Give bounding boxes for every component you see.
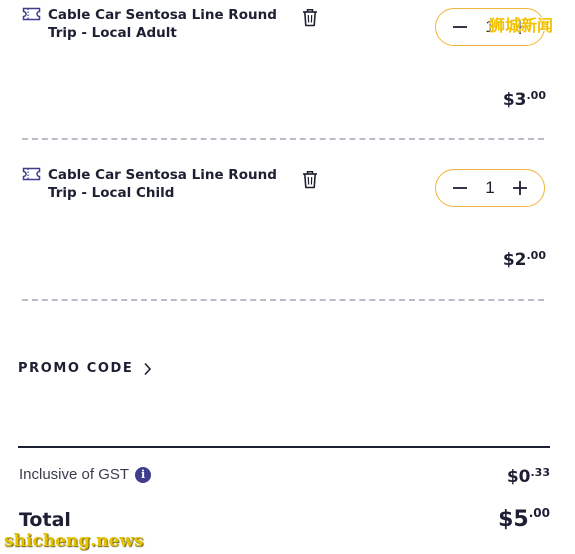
minus-icon [453, 187, 467, 189]
total-label: Total [19, 509, 71, 531]
price-main: $2 [502, 250, 527, 270]
minus-icon [453, 26, 467, 28]
quantity-stepper: 1 [435, 169, 545, 207]
promo-code-label: PROMO CODE [18, 361, 134, 376]
gst-amount: $0.33 [507, 466, 550, 487]
cart-item: Cable Car Sentosa Line Round Trip - Loca… [0, 160, 575, 300]
decrease-button[interactable] [450, 178, 470, 198]
price-main: $3 [502, 90, 527, 110]
total-amount: $5.00 [498, 506, 550, 532]
plus-icon [513, 181, 527, 195]
item-price: $2.00 [503, 249, 546, 270]
summary-divider [18, 446, 550, 448]
price-cents: .00 [526, 89, 547, 102]
ticket-icon [22, 7, 41, 21]
increase-button[interactable] [510, 178, 530, 198]
gst-row: Inclusive of GST i [19, 466, 152, 483]
ticket-icon [22, 167, 41, 181]
item-name: Cable Car Sentosa Line Round Trip - Loca… [48, 167, 277, 201]
gst-cents: .33 [530, 466, 551, 479]
trash-icon[interactable] [302, 170, 318, 189]
total-main: $5 [498, 507, 529, 532]
item-name: Cable Car Sentosa Line Round Trip - Loca… [48, 7, 277, 41]
total-cents: .00 [528, 506, 550, 520]
watermark-chinese: 狮城新闻 [489, 16, 554, 35]
dashed-divider [22, 138, 544, 140]
watermark-site: shicheng.news [4, 531, 144, 551]
gst-main: $0 [506, 467, 531, 487]
chevron-right-icon [144, 362, 152, 375]
dashed-divider [22, 299, 544, 301]
item-price: $3.00 [503, 89, 546, 110]
decrease-button[interactable] [450, 17, 470, 37]
promo-code-link[interactable]: PROMO CODE [18, 361, 152, 376]
quantity-value: 1 [485, 178, 495, 197]
trash-icon[interactable] [302, 8, 318, 27]
price-cents: .00 [526, 249, 547, 262]
gst-label: Inclusive of GST [19, 466, 130, 483]
info-icon[interactable]: i [135, 466, 152, 483]
